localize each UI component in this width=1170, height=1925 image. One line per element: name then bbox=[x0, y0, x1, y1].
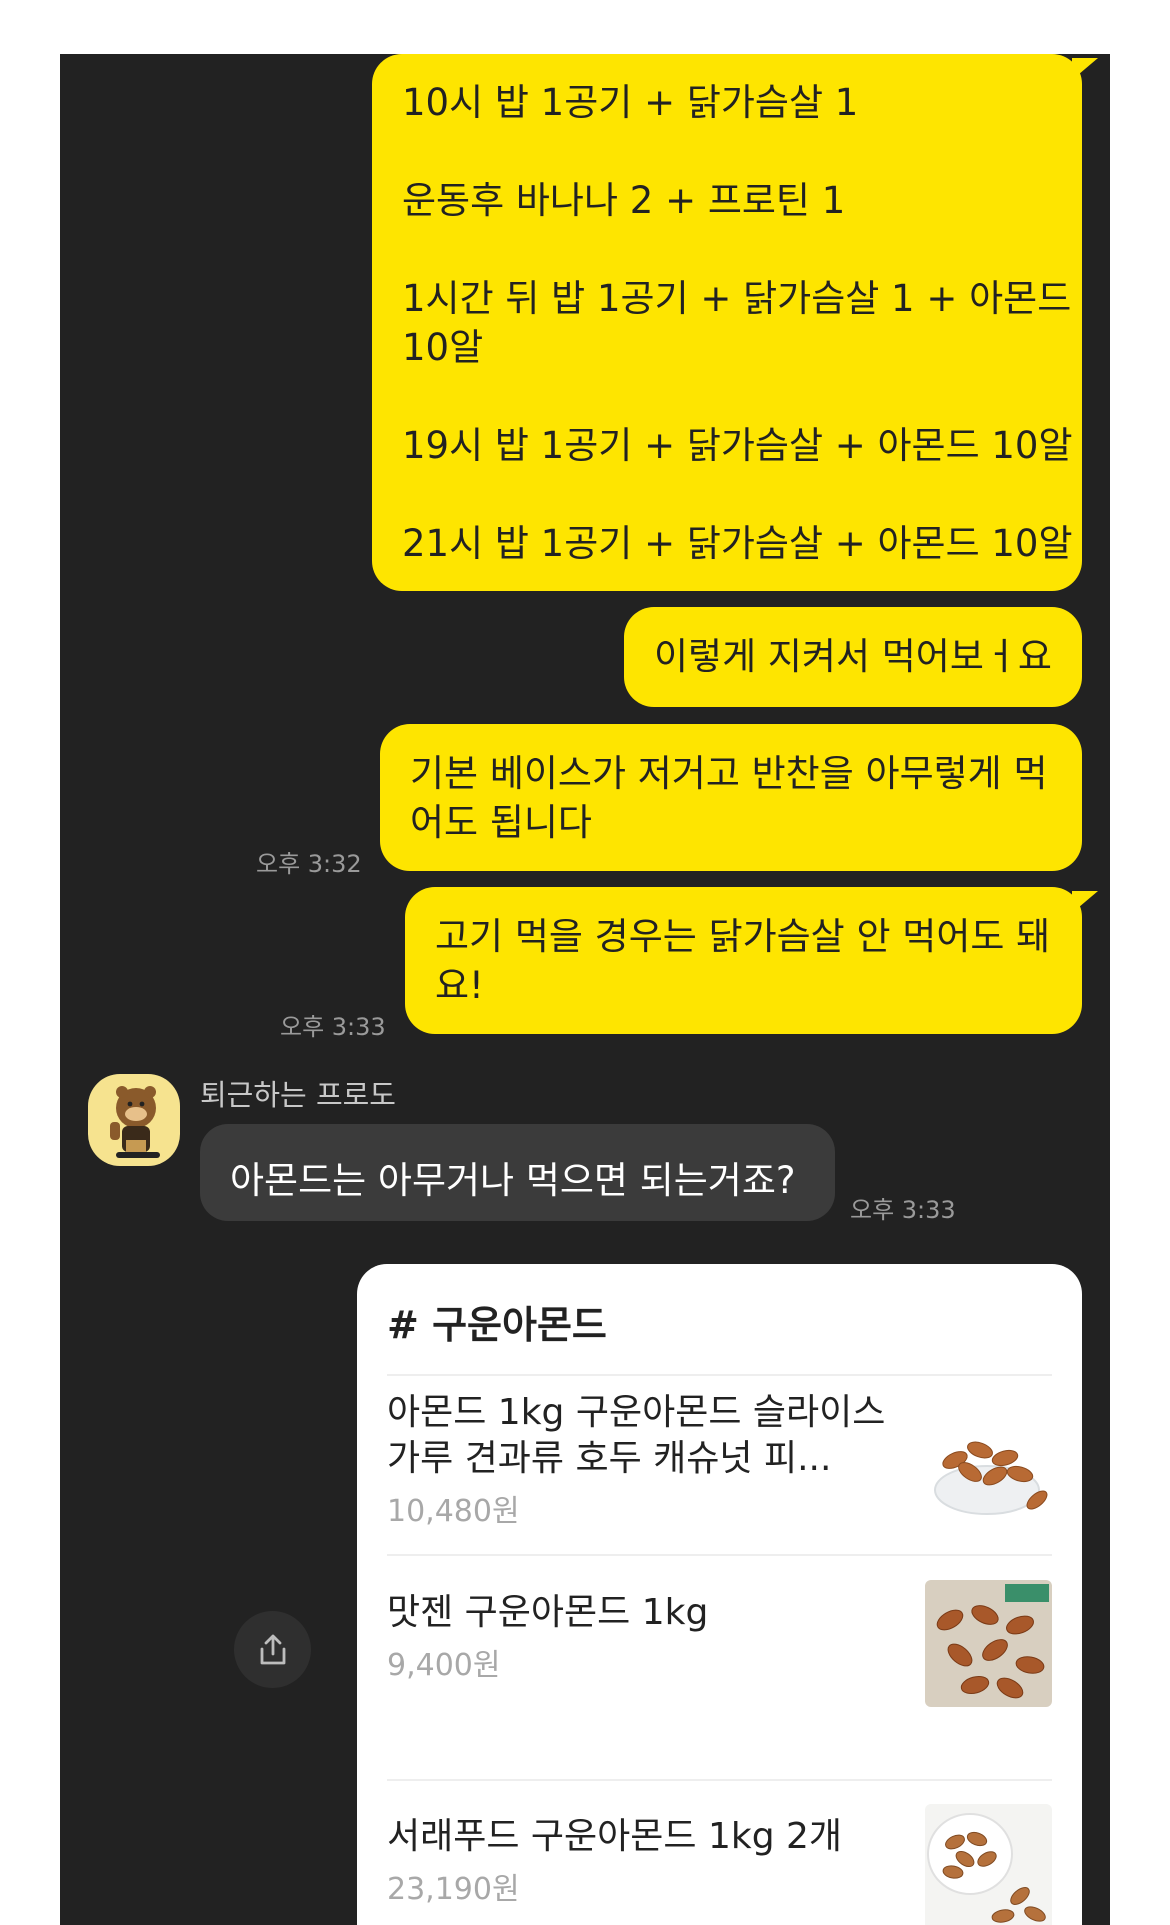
divider bbox=[387, 1374, 1052, 1376]
share-icon bbox=[260, 1634, 285, 1664]
product-name: 맛젠 구운아몬드 1kg bbox=[387, 1592, 709, 1633]
product-thumbnail-almonds-on-burlap bbox=[925, 1580, 1052, 1707]
meal-line: 10시 밥 1공기 + 닭가슴살 1 bbox=[402, 81, 859, 124]
hashtag-title[interactable]: # 구운아몬드 bbox=[387, 1294, 607, 1349]
message-text: 고기 먹을 경우는 닭가슴살 안 먹어도 돼요! bbox=[435, 915, 1051, 1007]
meal-line: 21시 밥 1공기 + 닭가슴살 + 아몬드 10알 bbox=[402, 522, 1073, 565]
sent-message[interactable]: 기본 베이스가 저거고 반찬을 아무렇게 먹어도 됩니다 bbox=[380, 724, 1082, 871]
share-button[interactable] bbox=[234, 1611, 311, 1688]
message-text: 아몬드는 아무거나 먹으면 되는거죠? bbox=[230, 1159, 796, 1202]
divider bbox=[387, 1779, 1052, 1781]
product-name: 서래푸드 구운아몬드 1kg 2개 bbox=[387, 1816, 843, 1857]
divider bbox=[387, 1554, 1052, 1556]
sent-message[interactable]: 이렇게 지켜서 먹어보ㅓ요 bbox=[624, 607, 1082, 707]
message-time: 오후 3:32 bbox=[256, 850, 362, 878]
shopping-search-card[interactable]: # 구운아몬드 아몬드 1kg 구운아몬드 슬라이스 가루 견과류 호두 캐슈넛… bbox=[357, 1264, 1082, 1925]
meal-line: 1시간 뒤 밥 1공기 + 닭가슴살 1 + 아몬드 bbox=[402, 277, 1072, 320]
chat-screen: 10시 밥 1공기 + 닭가슴살 1 운동후 바나나 2 + 프로틴 1 1시간… bbox=[60, 54, 1110, 1925]
bubble-tail bbox=[1072, 891, 1098, 913]
frodo-character-avatar[interactable] bbox=[88, 1074, 180, 1166]
message-text: 이렇게 지켜서 먹어보ㅓ요 bbox=[654, 635, 1052, 678]
sender-name: 퇴근하는 프로도 bbox=[200, 1078, 396, 1112]
sent-message-meal-plan[interactable]: 10시 밥 1공기 + 닭가슴살 1 운동후 바나나 2 + 프로틴 1 1시간… bbox=[372, 54, 1082, 591]
avatar-icon bbox=[110, 1086, 160, 1158]
meal-line: 운동후 바나나 2 + 프로틴 1 bbox=[402, 179, 846, 222]
message-text: 기본 베이스가 저거고 반찬을 아무렇게 먹어도 됩니다 bbox=[410, 752, 1048, 844]
bubble-tail bbox=[1072, 58, 1098, 80]
product-item[interactable]: 서래푸드 구운아몬드 1kg 2개 23,190원 bbox=[387, 1804, 1052, 1925]
message-time: 오후 3:33 bbox=[280, 1013, 386, 1041]
meal-line: 19시 밥 1공기 + 닭가슴살 + 아몬드 10알 bbox=[402, 424, 1073, 467]
message-time: 오후 3:33 bbox=[850, 1196, 956, 1224]
product-thumbnail-almonds-in-white-bowl bbox=[925, 1804, 1052, 1925]
product-item[interactable]: 아몬드 1kg 구운아몬드 슬라이스 가루 견과류 호두 캐슈넛 피... 10… bbox=[387, 1390, 1052, 1550]
received-message[interactable]: 아몬드는 아무거나 먹으면 되는거죠? bbox=[200, 1124, 835, 1221]
product-name: 아몬드 1kg 구운아몬드 슬라이스 가루 견과류 호두 캐슈넛 피... bbox=[387, 1392, 886, 1479]
product-thumbnail-almonds-in-glass-bowl bbox=[925, 1400, 1052, 1527]
meal-line: 10알 bbox=[402, 326, 484, 369]
sent-message[interactable]: 고기 먹을 경우는 닭가슴살 안 먹어도 돼요! bbox=[405, 887, 1082, 1034]
product-item[interactable]: 맛젠 구운아몬드 1kg 9,400원 bbox=[387, 1580, 1052, 1730]
